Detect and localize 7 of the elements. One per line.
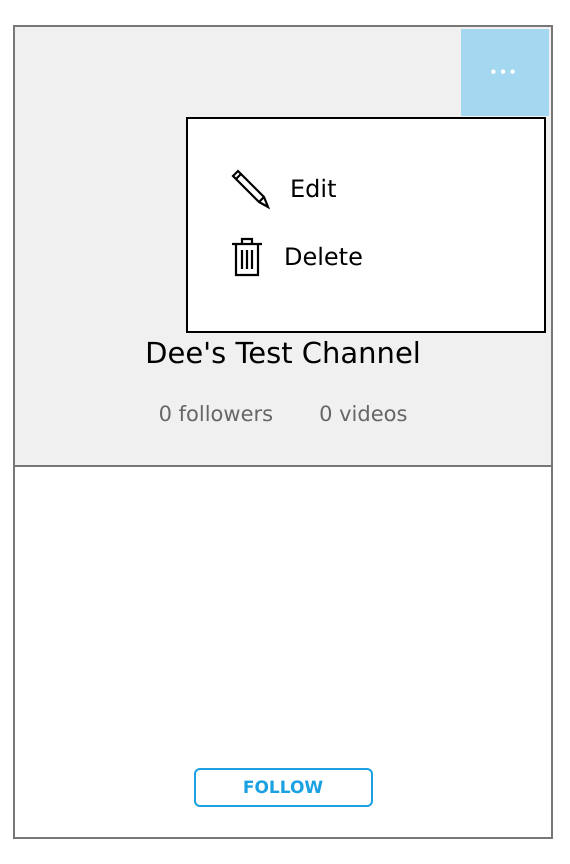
channel-title: Dee's Test Channel	[145, 336, 421, 370]
menu-item[interactable]: Edit	[290, 175, 336, 203]
menu-item[interactable]: Delete	[284, 243, 363, 271]
videos-count: 0 videos	[319, 402, 408, 426]
followers-count: 0 followers	[158, 402, 274, 426]
trash-icon	[230, 237, 264, 277]
pencil-icon	[230, 168, 270, 210]
